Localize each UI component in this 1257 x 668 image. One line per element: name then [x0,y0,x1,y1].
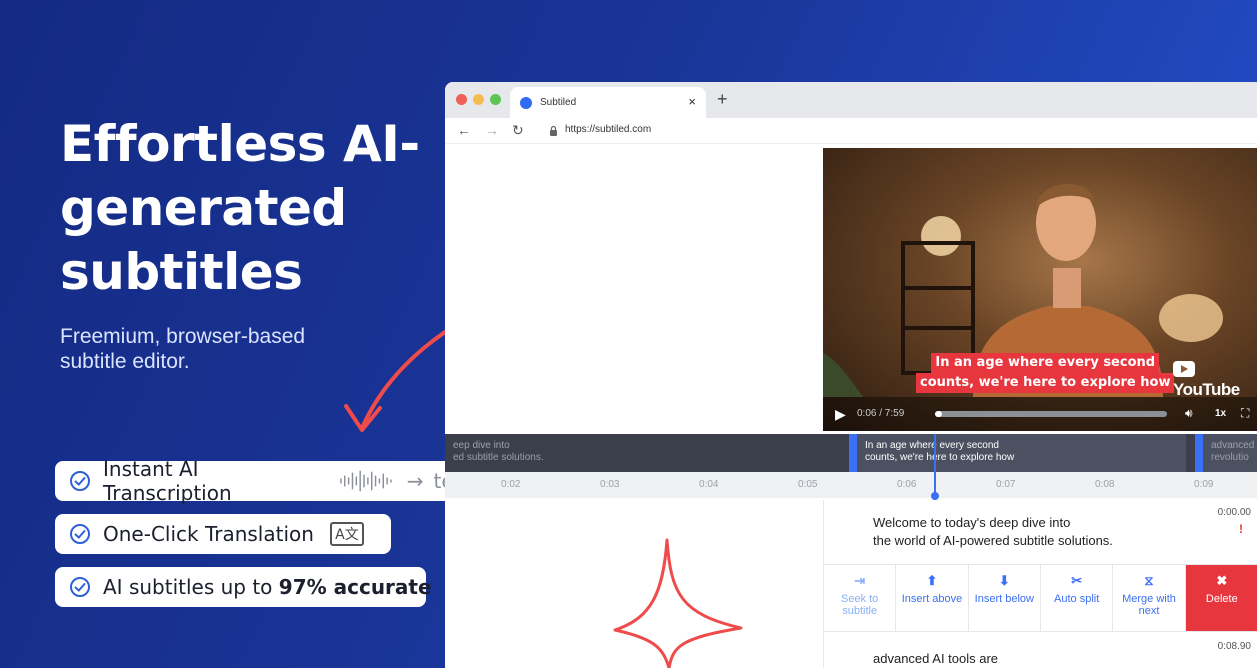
time-tick: 0:09 [1194,479,1214,490]
address-bar: ← → ↻ https://subtiled.com [445,118,1257,144]
insert-above-icon: ⬆ [926,573,938,588]
timeline-ruler[interactable]: 0:02 0:03 0:04 0:05 0:06 0:07 0:08 0:09 [445,472,1257,498]
warning-icon: ! [1239,522,1243,536]
translate-icon: A文 [329,522,364,546]
video-time: 0:06 / 7:59 [857,408,905,419]
merge-icon: ⧖ [1144,573,1154,588]
subtiled-favicon-icon [520,96,532,109]
feature-label: One-Click Translation [103,522,314,546]
insert-above-button[interactable]: ⬆ Insert above [896,565,969,631]
subtitle-entry-text[interactable]: Welcome to today's deep dive into the wor… [873,514,1113,550]
caption-line-1: In an age where every second [931,353,1160,373]
timeline-segment-active[interactable]: In an age where every second counts, we'r… [849,434,1186,472]
feature-transcription: Instant AI Transcription → text [55,457,489,505]
video-controls: ▶ 0:06 / 7:59 🔊︎ 1x ⛶ [823,397,1257,431]
youtube-play-icon [1173,361,1195,377]
delete-button[interactable]: ✖ Delete [1185,565,1257,631]
tab-subtiled[interactable]: Subtiled × [510,87,706,118]
check-circle-icon [70,577,90,597]
timeline-segment[interactable]: advanced revolutio [1195,434,1257,472]
youtube-logo: YouTube [1173,360,1257,400]
hero-subtitle: Freemium, browser-based subtitle editor. [60,325,306,373]
time-tick: 0:07 [996,479,1016,490]
reload-icon[interactable]: ↻ [512,122,524,139]
merge-with-next-button[interactable]: ⧖ Merge with next [1113,565,1186,631]
playback-speed[interactable]: 1x [1215,408,1226,419]
back-arrow-icon[interactable]: ← [457,122,471,138]
forward-arrow-icon[interactable]: → [485,122,499,138]
close-tab-icon[interactable]: × [688,94,696,109]
subtitle-entry-text[interactable]: advanced AI tools are [873,650,998,668]
check-circle-icon [70,524,90,544]
subtitle-track: eep dive into ed subtitle solutions. In a… [445,434,1257,472]
sparkle-doodle [613,538,743,668]
video-progress-bar[interactable] [935,411,1167,417]
check-circle-icon [70,471,90,491]
close-window-dot[interactable] [456,94,467,105]
seek-to-subtitle-button[interactable]: ⇥ Seek to subtitle [824,565,897,631]
minimize-window-dot[interactable] [473,94,484,105]
caption-line-2: counts, we're here to explore how [916,373,1175,393]
lock-icon [550,125,557,136]
time-tick: 0:02 [501,479,521,490]
time-tick: 0:04 [699,479,719,490]
feature-accuracy: AI subtitles up to 97% accurate [55,567,432,607]
time-tick: 0:08 [1095,479,1115,490]
insert-below-icon: ⬇ [998,573,1010,588]
video-player[interactable]: In an age where every second counts, we'… [823,148,1257,431]
seek-icon: ⇥ [854,573,866,588]
video-progress-fill [935,411,942,417]
subtitle-toolbar: ⇥ Seek to subtitle ⬆ Insert above ⬇ Inse… [824,564,1257,632]
volume-icon[interactable]: 🔊︎ [1185,406,1193,421]
fullscreen-icon[interactable]: ⛶ [1241,406,1249,421]
play-icon[interactable]: ▶ [835,406,846,423]
maximize-window-dot[interactable] [490,94,501,105]
time-tick: 0:05 [798,479,818,490]
feature-translation: One-Click Translation A文 [55,514,391,554]
time-tick: 0:03 [600,479,620,490]
new-tab-button[interactable]: + [717,89,728,110]
scissors-icon: ✂ [1071,573,1083,588]
delete-icon: ✖ [1216,573,1228,588]
tab-bar: Subtiled × + [445,82,1257,118]
timeline-playhead[interactable] [934,434,936,500]
auto-split-button[interactable]: ✂ Auto split [1041,565,1114,631]
browser-window: Subtiled × + ← → ↻ https://subtiled.com … [445,82,1257,668]
time-tick: 0:06 [897,479,917,490]
tab-title: Subtiled [540,97,577,108]
waveform-icon [340,470,392,492]
subtitle-editor: Welcome to today's deep dive into the wor… [823,500,1257,668]
arrow-right-icon: → [406,469,424,493]
feature-label: Instant AI Transcription [103,457,232,505]
url-field[interactable]: https://subtiled.com [565,124,651,135]
video-caption: In an age where every second counts, we'… [916,353,1175,393]
timeline-segment[interactable]: eep dive into ed subtitle solutions. [445,434,843,472]
playhead-handle[interactable] [931,492,939,500]
subtitle-start-time[interactable]: 0:08.90 [1218,641,1251,652]
feature-label: AI subtitles up to 97% accurate [103,575,432,599]
subtitle-start-time[interactable]: 0:00.00 [1218,507,1251,518]
insert-below-button[interactable]: ⬇ Insert below [969,565,1041,631]
